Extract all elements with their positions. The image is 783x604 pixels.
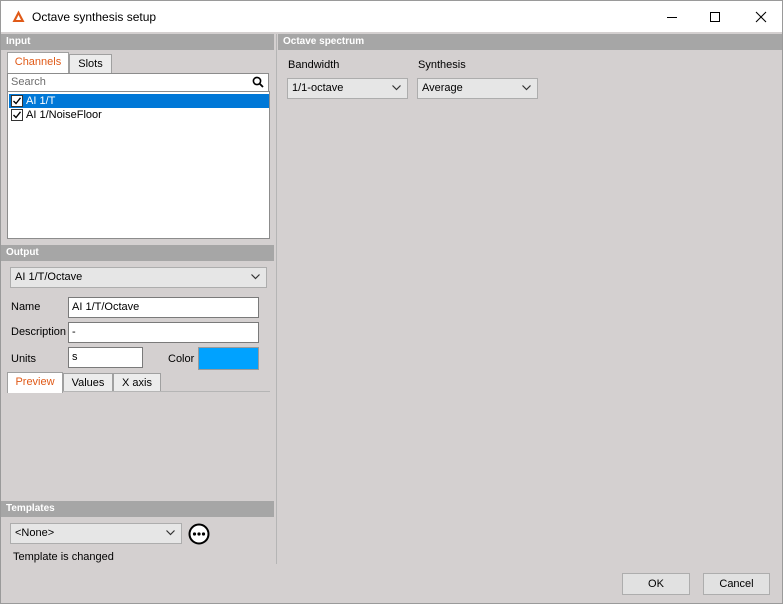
bandwidth-label: Bandwidth [288,59,340,71]
output-channel-value: AI 1/T/Octave [15,271,83,283]
channel-item-ai1-noisefloor[interactable]: AI 1/NoiseFloor [8,108,269,122]
name-label: Name [11,301,41,313]
chevron-down-icon [522,85,531,91]
color-label: Color [168,353,195,365]
cancel-button[interactable]: Cancel [703,573,770,595]
channel-checkbox[interactable] [11,109,23,121]
channel-search-input[interactable]: Search [7,73,269,92]
units-label: Units [11,353,37,365]
maximize-icon [710,11,720,22]
close-button[interactable] [738,1,783,32]
app-logo-icon [12,10,25,22]
channel-item-label: AI 1/NoiseFloor [26,109,102,121]
templates-section-header: Templates [1,501,274,517]
color-picker[interactable] [198,347,259,370]
input-section-header: Input [1,34,274,50]
chevron-down-icon [251,274,260,280]
minimize-button[interactable] [649,1,695,32]
synthesis-value: Average [422,82,463,94]
ok-button[interactable]: OK [622,573,690,595]
window-title: Octave synthesis setup [32,10,157,24]
search-placeholder: Search [11,76,46,88]
units-field[interactable]: s [68,347,143,368]
tab-values[interactable]: Values [63,373,113,392]
maximize-button[interactable] [692,1,738,32]
channel-item-ai1-t[interactable]: AI 1/T [9,94,269,108]
title-bar: Octave synthesis setup [0,0,783,32]
tab-slots[interactable]: Slots [69,54,112,73]
tab-channels[interactable]: Channels [7,52,69,73]
tab-preview[interactable]: Preview [7,372,63,393]
close-icon [755,11,767,22]
channel-item-label: AI 1/T [26,95,56,107]
synthesis-label: Synthesis [418,59,466,71]
output-channel-select[interactable]: AI 1/T/Octave [10,267,267,288]
search-icon [252,76,264,88]
chevron-down-icon [166,530,175,536]
synthesis-select[interactable]: Average [417,78,538,99]
checkmark-icon [13,111,22,119]
output-section-header: Output [1,245,274,261]
template-status-text: Template is changed [13,551,114,563]
octave-spectrum-section-header: Octave spectrum [278,34,782,50]
tab-x-axis[interactable]: X axis [113,373,161,392]
template-select[interactable]: <None> [10,523,182,544]
column-separator [276,34,277,564]
bandwidth-select[interactable]: 1/1-octave [287,78,408,99]
checkmark-icon [13,97,22,105]
bandwidth-value: 1/1-octave [292,82,344,94]
description-label: Description [11,326,67,338]
more-options-icon[interactable] [188,523,210,545]
channel-list: AI 1/T AI 1/NoiseFloor [7,91,270,239]
template-value: <None> [15,527,55,539]
minimize-icon [667,16,677,18]
description-field[interactable]: - [68,322,259,343]
channel-checkbox[interactable] [11,95,23,107]
name-field[interactable]: AI 1/T/Octave [68,297,259,318]
chevron-down-icon [392,85,401,91]
